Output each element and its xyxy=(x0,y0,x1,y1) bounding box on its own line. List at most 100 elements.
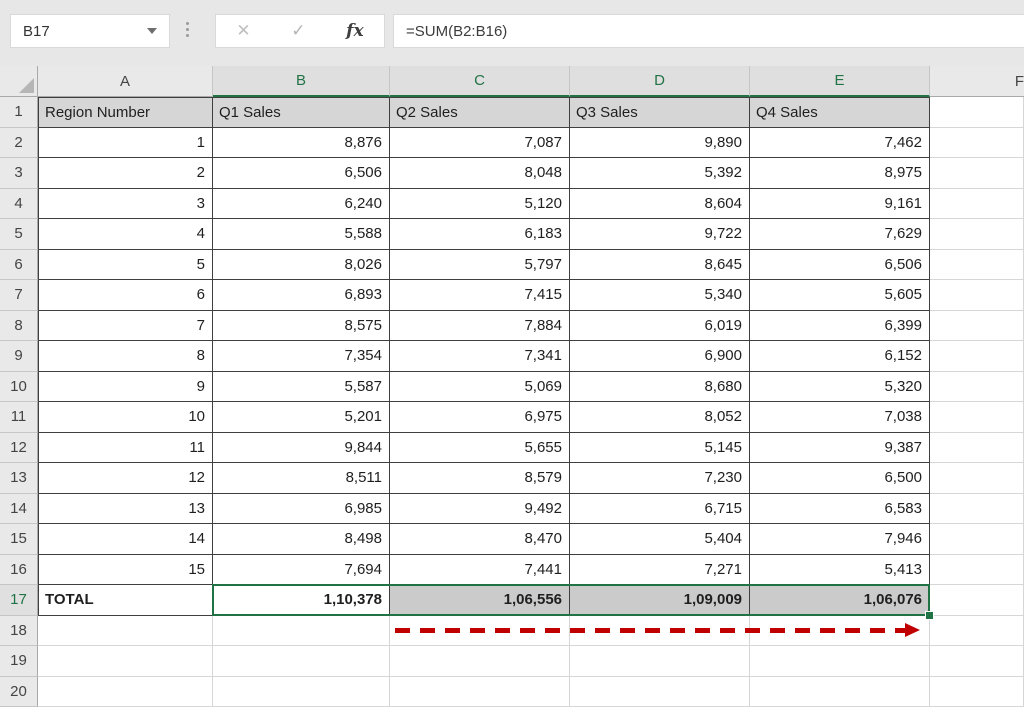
dashed-arrow-head-icon[interactable] xyxy=(905,623,920,637)
cell-F9[interactable] xyxy=(930,341,1024,372)
cell-C3[interactable]: 8,048 xyxy=(390,158,570,189)
cell-E9[interactable]: 6,152 xyxy=(750,341,930,372)
cell-C6[interactable]: 5,797 xyxy=(390,250,570,281)
cell-B12[interactable]: 9,844 xyxy=(213,433,390,464)
cell-E17[interactable]: 1,06,076 xyxy=(750,585,930,616)
cell-C2[interactable]: 7,087 xyxy=(390,128,570,159)
cell-A16[interactable]: 15 xyxy=(38,555,213,586)
cell-F1[interactable] xyxy=(930,97,1024,128)
cell-C4[interactable]: 5,120 xyxy=(390,189,570,220)
cell-E16[interactable]: 5,413 xyxy=(750,555,930,586)
cell-B16[interactable]: 7,694 xyxy=(213,555,390,586)
cell-B13[interactable]: 8,511 xyxy=(213,463,390,494)
cell-D6[interactable]: 8,645 xyxy=(570,250,750,281)
name-box[interactable]: B17 xyxy=(10,14,170,48)
cell-A17[interactable]: TOTAL xyxy=(38,585,213,616)
cell-F3[interactable] xyxy=(930,158,1024,189)
cancel-icon[interactable]: ✕ xyxy=(236,21,250,41)
cell-A10[interactable]: 9 xyxy=(38,372,213,403)
cell-D8[interactable]: 6,019 xyxy=(570,311,750,342)
row-header-18[interactable]: 18 xyxy=(0,616,38,647)
row-header-19[interactable]: 19 xyxy=(0,646,38,677)
cell-B7[interactable]: 6,893 xyxy=(213,280,390,311)
cell-D9[interactable]: 6,900 xyxy=(570,341,750,372)
cell-A15[interactable]: 14 xyxy=(38,524,213,555)
cell-C7[interactable]: 7,415 xyxy=(390,280,570,311)
cell-D16[interactable]: 7,271 xyxy=(570,555,750,586)
cell-A8[interactable]: 7 xyxy=(38,311,213,342)
cell-F12[interactable] xyxy=(930,433,1024,464)
column-header-E[interactable]: E xyxy=(750,66,930,97)
cell-F11[interactable] xyxy=(930,402,1024,433)
cell-E10[interactable]: 5,320 xyxy=(750,372,930,403)
cell-B1[interactable]: Q1 Sales xyxy=(213,97,390,128)
cell-B18[interactable] xyxy=(213,616,390,647)
row-header-7[interactable]: 7 xyxy=(0,280,38,311)
cell-E8[interactable]: 6,399 xyxy=(750,311,930,342)
cell-B19[interactable] xyxy=(213,646,390,677)
cell-A11[interactable]: 10 xyxy=(38,402,213,433)
cell-F7[interactable] xyxy=(930,280,1024,311)
cell-F16[interactable] xyxy=(930,555,1024,586)
cell-E14[interactable]: 6,583 xyxy=(750,494,930,525)
cell-A2[interactable]: 1 xyxy=(38,128,213,159)
row-header-8[interactable]: 8 xyxy=(0,311,38,342)
row-header-2[interactable]: 2 xyxy=(0,128,38,159)
cell-A14[interactable]: 13 xyxy=(38,494,213,525)
column-header-F[interactable]: F xyxy=(930,66,1024,97)
cell-F18[interactable] xyxy=(930,616,1024,647)
cell-C17[interactable]: 1,06,556 xyxy=(390,585,570,616)
cell-C12[interactable]: 5,655 xyxy=(390,433,570,464)
cell-F13[interactable] xyxy=(930,463,1024,494)
cell-D3[interactable]: 5,392 xyxy=(570,158,750,189)
cell-E11[interactable]: 7,038 xyxy=(750,402,930,433)
cell-C16[interactable]: 7,441 xyxy=(390,555,570,586)
column-header-C[interactable]: C xyxy=(390,66,570,97)
column-header-D[interactable]: D xyxy=(570,66,750,97)
cell-F20[interactable] xyxy=(930,677,1024,707)
row-header-9[interactable]: 9 xyxy=(0,341,38,372)
cell-D11[interactable]: 8,052 xyxy=(570,402,750,433)
cell-E1[interactable]: Q4 Sales xyxy=(750,97,930,128)
cell-A12[interactable]: 11 xyxy=(38,433,213,464)
cell-B2[interactable]: 8,876 xyxy=(213,128,390,159)
cell-C14[interactable]: 9,492 xyxy=(390,494,570,525)
cell-D20[interactable] xyxy=(570,677,750,707)
cell-F6[interactable] xyxy=(930,250,1024,281)
cell-D2[interactable]: 9,890 xyxy=(570,128,750,159)
cell-C13[interactable]: 8,579 xyxy=(390,463,570,494)
row-header-12[interactable]: 12 xyxy=(0,433,38,464)
column-header-B[interactable]: B xyxy=(213,66,390,97)
cell-B17-active[interactable]: 1,10,378 xyxy=(213,585,390,616)
row-header-6[interactable]: 6 xyxy=(0,250,38,281)
cell-B6[interactable]: 8,026 xyxy=(213,250,390,281)
cell-F8[interactable] xyxy=(930,311,1024,342)
name-box-dropdown-icon[interactable] xyxy=(147,28,157,34)
cell-E3[interactable]: 8,975 xyxy=(750,158,930,189)
cell-B10[interactable]: 5,587 xyxy=(213,372,390,403)
row-header-3[interactable]: 3 xyxy=(0,158,38,189)
dashed-arrow-shape[interactable] xyxy=(395,628,907,633)
cell-B4[interactable]: 6,240 xyxy=(213,189,390,220)
select-all-corner[interactable] xyxy=(0,66,38,97)
cell-E12[interactable]: 9,387 xyxy=(750,433,930,464)
cell-F19[interactable] xyxy=(930,646,1024,677)
row-header-14[interactable]: 14 xyxy=(0,494,38,525)
cell-A19[interactable] xyxy=(38,646,213,677)
row-header-20[interactable]: 20 xyxy=(0,677,38,707)
cell-A1[interactable]: Region Number xyxy=(38,97,213,128)
cell-A18[interactable] xyxy=(38,616,213,647)
cell-D15[interactable]: 5,404 xyxy=(570,524,750,555)
cell-F5[interactable] xyxy=(930,219,1024,250)
cell-C9[interactable]: 7,341 xyxy=(390,341,570,372)
cell-E7[interactable]: 5,605 xyxy=(750,280,930,311)
cell-F17[interactable] xyxy=(930,585,1024,616)
cell-D1[interactable]: Q3 Sales xyxy=(570,97,750,128)
column-header-A[interactable]: A xyxy=(38,66,213,97)
cell-D7[interactable]: 5,340 xyxy=(570,280,750,311)
row-header-5[interactable]: 5 xyxy=(0,219,38,250)
cell-C15[interactable]: 8,470 xyxy=(390,524,570,555)
cell-F2[interactable] xyxy=(930,128,1024,159)
cell-E4[interactable]: 9,161 xyxy=(750,189,930,220)
cell-A20[interactable] xyxy=(38,677,213,707)
